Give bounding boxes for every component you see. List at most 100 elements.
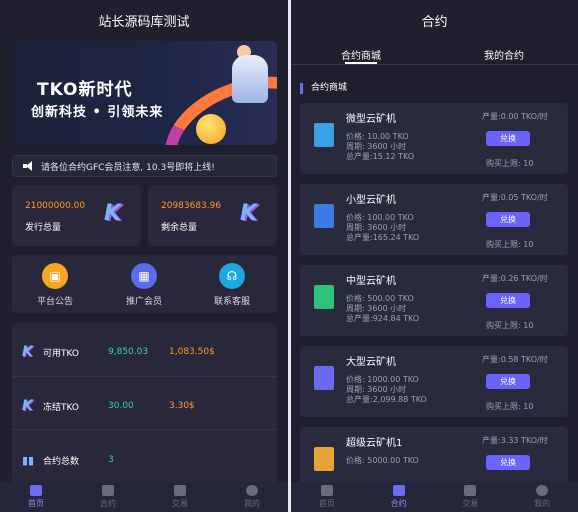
miner-output: 产量:3.33 TKO/时 (482, 436, 548, 445)
menu-item-label: 联系客服 (213, 297, 250, 307)
trade-icon (464, 485, 477, 496)
purchase-limit: 购买上限: 10 (486, 159, 534, 168)
notice-text: 请各位合约GFC会员注意, 10.3号即将上线! (41, 162, 215, 173)
tab-trade[interactable]: 交易 (144, 482, 216, 512)
banner-ball-graphic (196, 114, 226, 144)
k-logo-icon: K (104, 201, 122, 226)
quick-menu: ▣ 平台公告 ▦ 推广会员 ☊ 联系客服 (12, 255, 277, 313)
tab-label: 我的 (244, 499, 260, 508)
tab-contract-mall[interactable]: 合约商城 (311, 47, 411, 62)
miner-total-output: 总产量:165.24 TKO (346, 233, 420, 242)
miner-output: 产量:0.05 TKO/时 (482, 193, 548, 202)
speaker-icon (23, 161, 35, 171)
asset-name: 合约总数 (43, 456, 80, 467)
divider (12, 429, 277, 430)
notice-bar[interactable]: 请各位合约GFC会员注意, 10.3号即将上线! (12, 155, 277, 177)
headset-icon: ☊ (219, 263, 245, 289)
exchange-button[interactable]: 兑换 (486, 374, 530, 389)
asset-row-contracts[interactable]: ▮▮ 合约总数 3 (12, 450, 277, 470)
tab-contract[interactable]: 合约 (72, 482, 144, 512)
tab-profile[interactable]: 我的 (506, 482, 578, 512)
bar-chart-icon: ▮▮ (22, 453, 35, 467)
home-icon (30, 485, 42, 496)
remaining-total-value: 20983683.96 (161, 201, 222, 211)
miner-output: 产量:0.26 TKO/时 (482, 274, 548, 283)
qrcode-icon: ▦ (131, 263, 157, 289)
tab-label: 合约 (100, 499, 116, 508)
miner-period: 周期: 3600 小时 (346, 223, 407, 232)
miner-output: 产量:0.00 TKO/时 (482, 112, 548, 121)
tab-trade[interactable]: 交易 (435, 482, 507, 512)
miner-card: 中型云矿机 产量:0.26 TKO/时 价格: 500.00 TKO 周期: 3… (300, 265, 568, 336)
exchange-button[interactable]: 兑换 (486, 455, 530, 470)
miner-price: 价格: 100.00 TKO (346, 213, 414, 222)
asset-usd-value: 1,083.50$ (169, 347, 215, 357)
trade-icon (174, 485, 186, 496)
miner-info: 价格: 10.00 TKO 周期: 3600 小时 总产量:15.12 TKO (346, 132, 414, 162)
miner-period: 周期: 3600 小时 (346, 304, 407, 313)
miner-name: 大型云矿机 (346, 357, 396, 368)
exchange-button[interactable]: 兑换 (486, 293, 530, 308)
k-logo-icon: K (240, 201, 258, 226)
tab-contract[interactable]: 合约 (363, 482, 435, 512)
issued-total-card: 21000000.00 发行总量 K (12, 185, 141, 246)
miner-card: 微型云矿机 产量:0.00 TKO/时 价格: 10.00 TKO 周期: 36… (300, 103, 568, 174)
asset-amount: 30.00 (108, 401, 134, 411)
contract-subtabs: 合约商城 我的合约 (291, 44, 578, 64)
miner-info: 价格: 1000.00 TKO 周期: 3600 小时 总产量:2,099.88… (346, 375, 427, 405)
purchase-limit: 购买上限: 10 (486, 402, 534, 411)
exchange-button[interactable]: 兑换 (486, 131, 530, 146)
asset-usd-value: 3.30$ (169, 401, 195, 411)
menu-item-announcements[interactable]: ▣ 平台公告 (20, 263, 90, 307)
asset-name: 可用TKO (43, 348, 79, 359)
miner-price: 价格: 10.00 TKO (346, 132, 409, 141)
bottom-tab-bar: 首页 合约 交易 我的 (291, 482, 578, 512)
banner-person-graphic (232, 55, 268, 103)
page-title: 合约 (421, 14, 448, 30)
miner-period: 周期: 3600 小时 (346, 142, 407, 151)
tab-label: 交易 (462, 499, 479, 508)
tab-my-contracts[interactable]: 我的合约 (454, 47, 554, 62)
miner-total-output: 总产量:2,099.88 TKO (346, 395, 427, 404)
banner-subline: 创新科技 • 引领未来 (31, 105, 164, 120)
tab-label: 首页 (318, 499, 335, 508)
menu-item-support[interactable]: ☊ 联系客服 (197, 263, 267, 307)
miner-name: 小型云矿机 (346, 195, 396, 206)
menu-item-label: 推广会员 (125, 297, 162, 307)
asset-row-frozen[interactable]: K 冻结TKO 30.00 3.30$ (12, 396, 277, 416)
page-title: 站长源码库测试 (98, 14, 190, 30)
miner-cube-icon (314, 204, 334, 228)
divider (291, 64, 578, 65)
divider (12, 376, 277, 377)
home-screen: 站长源码库测试 TKO新时代 创新科技 • 引领未来 请各位合约GFC会员注意,… (0, 0, 288, 512)
tab-home[interactable]: 首页 (0, 482, 72, 512)
tab-label: 合约 (390, 499, 407, 508)
miner-info: 价格: 100.00 TKO 周期: 3600 小时 总产量:165.24 TK… (346, 213, 419, 243)
home-icon (320, 485, 333, 496)
k-logo-icon: K (22, 344, 33, 360)
tab-home[interactable]: 首页 (291, 482, 363, 512)
miner-price: 价格: 1000.00 TKO (346, 375, 419, 384)
miner-price: 价格: 500.00 TKO (346, 294, 414, 303)
asset-amount: 3 (108, 455, 114, 465)
promo-banner[interactable]: TKO新时代 创新科技 • 引领未来 (12, 41, 277, 145)
miner-cube-icon (314, 123, 334, 147)
menu-item-label: 平台公告 (36, 297, 73, 307)
miner-name: 超级云矿机1 (346, 438, 403, 449)
user-icon (246, 485, 258, 496)
tab-label: 首页 (28, 499, 44, 508)
tab-label: 交易 (172, 499, 188, 508)
issued-total-label: 发行总量 (25, 223, 62, 233)
menu-item-referral[interactable]: ▦ 推广会员 (109, 263, 179, 307)
tab-profile[interactable]: 我的 (216, 482, 288, 512)
exchange-button[interactable]: 兑换 (486, 212, 530, 227)
miner-period: 周期: 3600 小时 (346, 385, 407, 394)
section-title: 合约商城 (300, 83, 347, 94)
contract-icon (102, 485, 114, 496)
miner-info: 价格: 500.00 TKO 周期: 3600 小时 总产量:924.84 TK… (346, 294, 419, 324)
miner-cube-icon (314, 285, 334, 309)
miner-output: 产量:0.58 TKO/时 (482, 355, 548, 364)
assets-panel: K 可用TKO 9,850.03 1,083.50$ K 冻结TKO 30.00… (12, 323, 277, 483)
miner-total-output: 总产量:924.84 TKO (346, 314, 420, 323)
asset-row-available[interactable]: K 可用TKO 9,850.03 1,083.50$ (12, 342, 277, 362)
